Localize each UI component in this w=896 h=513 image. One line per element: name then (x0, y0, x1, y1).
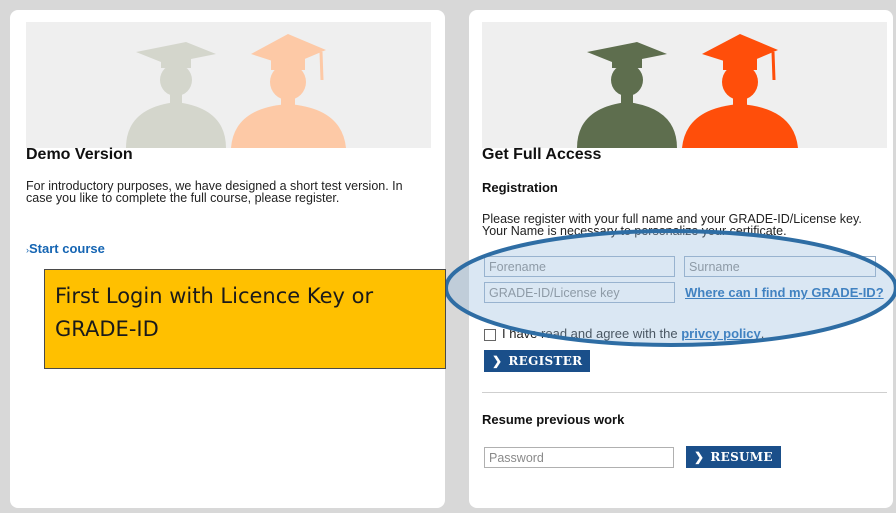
demo-banner-image (26, 22, 431, 148)
agree-text: I have read and agree with the (502, 326, 682, 341)
password-input[interactable] (484, 447, 674, 468)
resume-heading: Resume previous work (482, 412, 625, 427)
resume-button[interactable]: ❯ RESUME (686, 446, 781, 468)
resume-label: RESUME (710, 450, 773, 464)
agree-period: . (760, 326, 765, 341)
agree-label: I have read and agree with the privcy po… (502, 326, 764, 341)
registration-text: Please register with your full name and … (482, 212, 862, 238)
demo-description: For introductory purposes, we have desig… (26, 179, 403, 205)
demo-version-card: Demo Version For introductory purposes, … (10, 10, 445, 508)
agree-checkbox[interactable] (484, 329, 496, 341)
chevron-right-icon: ❯ (694, 450, 705, 464)
graduate-silhouettes-icon (126, 34, 346, 148)
start-course-link[interactable]: ›Start course (26, 241, 105, 256)
start-course-label[interactable]: Start course (29, 241, 105, 256)
find-grade-id-link-wrapper: Where can I find my GRADE-ID? (482, 286, 887, 300)
graduate-silhouettes-icon (577, 34, 798, 148)
registration-heading: Registration (482, 180, 558, 195)
full-access-banner-image (482, 22, 887, 148)
chevron-right-icon: ❯ (492, 354, 503, 368)
forename-input[interactable] (484, 256, 675, 277)
instruction-callout: First Login with Licence Key or GRADE-ID (44, 269, 446, 369)
surname-input[interactable] (684, 256, 876, 277)
register-button[interactable]: ❯ REGISTER (484, 350, 591, 372)
find-grade-id-link[interactable]: Where can I find my GRADE-ID? (685, 285, 884, 300)
register-label: REGISTER (508, 354, 583, 368)
privacy-policy-link[interactable]: privcy policy (681, 326, 760, 341)
full-access-title: Get Full Access (482, 146, 602, 163)
full-access-card: Get Full Access Registration Please regi… (469, 10, 893, 508)
demo-title: Demo Version (26, 146, 133, 163)
section-divider (482, 392, 887, 393)
